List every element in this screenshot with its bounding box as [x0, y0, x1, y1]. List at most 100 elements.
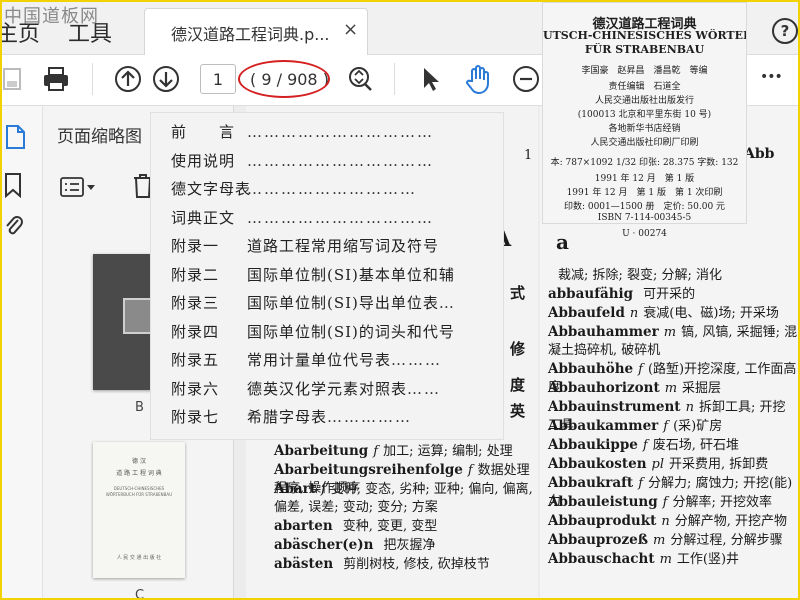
- zoom-icon[interactable]: [346, 65, 374, 93]
- bookmark-icon[interactable]: [4, 172, 22, 198]
- page-thumbnails-icon[interactable]: [4, 124, 26, 150]
- toc-row-prefix: 德文字母表: [171, 180, 252, 198]
- side-text: 度: [510, 376, 526, 394]
- hand-tool-icon[interactable]: [462, 63, 494, 95]
- toc-row[interactable]: 附录二 国际单位制(SI)基本单位和辅: [171, 264, 455, 285]
- toc-row[interactable]: 前 言 ……………………………: [171, 121, 434, 142]
- entry-grammar: f: [662, 495, 668, 510]
- copyright-block: 德汉道路工程词典 UTSCH-CHINESISCHES WÖRTERE FÜR ST…: [542, 2, 747, 239]
- attachment-icon[interactable]: [4, 214, 24, 238]
- entry-headword: Abbaufeld: [548, 305, 625, 321]
- toc-row[interactable]: 附录六 德英汉化学元素对照表……: [171, 378, 441, 399]
- entry-grammar: m: [652, 533, 666, 548]
- dictionary-entry: Abbauschacht m 工作(竖)井: [548, 550, 798, 569]
- toc-row[interactable]: 附录四 国际单位制(SI)的词头和代号: [171, 321, 455, 342]
- toc-row-title: 国际单位制(SI)导出单位表: [247, 294, 439, 312]
- entry-headword: Abbauleistung: [548, 494, 658, 510]
- toc-row[interactable]: 使用说明 ……………………………: [171, 150, 434, 171]
- toc-row-leader: …: [438, 294, 456, 312]
- toc-row-prefix: 附录二: [171, 265, 220, 284]
- entry-sense: 加工; 运算; 编制; 处理: [383, 444, 513, 459]
- entry-headword: Abbauprozeß: [548, 532, 648, 548]
- thumb-cover-line: DEUTSCH-CHINESISCHES: [113, 486, 165, 491]
- toc-row[interactable]: 词典正文 ……………………………: [171, 207, 434, 228]
- dictionary-entry: Abbaukosten pl 开采费用, 拆卸费: [548, 455, 798, 474]
- copyright-line: 责任编辑 石道全: [608, 82, 681, 92]
- copyright-line: 人民交通出版社印刷厂印刷: [590, 138, 699, 148]
- panel-title: 页面缩略图: [57, 127, 142, 147]
- toc-row[interactable]: 附录七 希腊字母表……………: [171, 406, 412, 427]
- toc-row-prefix: 附录一: [171, 237, 220, 255]
- menu-tools[interactable]: 工具: [68, 16, 112, 48]
- copyright-line: 1991 年 12 月 第 1 版 第 1 次印刷: [566, 188, 723, 198]
- toc-row-prefix: 附录四: [171, 322, 220, 341]
- copyright-line: U · 00274: [622, 229, 667, 239]
- toc-row-leader: …………………………: [247, 180, 417, 198]
- toolbar-divider: [394, 63, 395, 95]
- copyright-line: 本: 787×1092 1/32 印张: 28.375 字数: 132: [550, 158, 739, 168]
- dictionary-entry: Abbauhorizont m 采掘层: [548, 379, 798, 398]
- toc-row-prefix: 附录七: [171, 408, 220, 426]
- copyright-line: 印数: 0001—1500 册 定价: 50.00 元: [563, 202, 726, 212]
- select-cursor-icon[interactable]: [416, 65, 444, 93]
- toc-overlay: 前 言…………………………… 使用说明…………………………… 德文字母表…………………: [150, 112, 504, 440]
- entry-headword: abarten: [274, 518, 333, 534]
- toc-row-title: 国际单位制(SI)基本单位和辅: [247, 265, 455, 284]
- entry-sense: 分解率; 开挖效率: [672, 495, 772, 510]
- toc-row[interactable]: 附录三 国际单位制(SI)导出单位表…: [171, 292, 456, 313]
- annotation-circle: [238, 60, 330, 98]
- thumb-cover-line: 道 路 工 程 词 典: [116, 470, 162, 477]
- toc-row-prefix: 附录六: [171, 379, 220, 398]
- entry-sense: 采掘层: [682, 381, 722, 396]
- entry-headword: abbaufähig: [548, 286, 634, 302]
- copyright-line: 李国豪 赵昇昌 潘昌乾 等编: [581, 66, 708, 76]
- entry-headword: Abbauprodukt: [548, 513, 657, 529]
- copyright-line: FÜR STRABENBAU: [584, 43, 705, 56]
- dictionary-entry: abarten 变种, 变更, 变型: [274, 517, 536, 536]
- close-tab-icon[interactable]: ×: [343, 19, 358, 40]
- toc-row-prefix: 附录五: [171, 351, 220, 369]
- entry-headword: Abarbeitungsreihenfolge: [274, 462, 463, 478]
- entry-headword: Abbaukraft: [548, 475, 634, 491]
- entry-sense: 废石场, 矸石堆: [652, 438, 739, 453]
- entry-headword: abästen: [274, 556, 334, 572]
- entry-grammar: f: [467, 463, 473, 478]
- page-number-input[interactable]: 1: [200, 64, 236, 94]
- document-tab[interactable]: 德汉道路工程词典.p... ×: [144, 8, 368, 55]
- page-thumbnail-c[interactable]: 德 汉 道 路 工 程 词 典 DEUTSCH-CHINESISCHES WÖR…: [93, 442, 185, 578]
- dictionary-entry: abbaufähig 可开采的: [548, 285, 798, 304]
- dictionary-entry: Abbaukammer f (采)矿房: [548, 417, 798, 436]
- toc-row[interactable]: 附录五 常用计量单位代号表………: [171, 349, 442, 370]
- copyright-line: 人民交通出版社出版发行: [594, 96, 694, 106]
- zoom-out-icon[interactable]: [512, 65, 540, 93]
- entry-sense: 剪削树枝, 修枝, 砍掉枝节: [343, 557, 490, 572]
- entry-sense: 分解产物, 开挖产物: [674, 514, 787, 529]
- menu-home[interactable]: 主页: [2, 16, 40, 48]
- thumb-cover-line: 德 汉: [132, 458, 146, 465]
- entry-sense: 工作(竖)井: [676, 552, 740, 567]
- entry-headword: Abbauhöhe: [548, 361, 634, 377]
- toolbar-divider: [92, 63, 93, 95]
- entry-headword: Abart: [274, 481, 317, 497]
- save-icon[interactable]: [2, 65, 30, 93]
- toc-row[interactable]: 附录一 道路工程常用缩写词及符号: [171, 235, 439, 256]
- entry-headword: Abarbeitung: [274, 443, 369, 459]
- next-page-icon[interactable]: [152, 65, 180, 93]
- entry-grammar: f: [638, 362, 643, 377]
- toc-row-prefix: 使用说明: [171, 151, 236, 170]
- thumbnail-options-icon[interactable]: [59, 176, 99, 200]
- toc-row-prefix: 词典正文: [171, 208, 236, 227]
- side-text: 修: [510, 340, 526, 358]
- entry-grammar: n: [685, 400, 694, 415]
- toc-row-prefix: 附录三: [171, 294, 220, 312]
- more-options-icon[interactable]: •••: [760, 69, 783, 85]
- help-icon[interactable]: ?: [772, 18, 798, 44]
- print-icon[interactable]: [42, 65, 70, 93]
- entry-sense: 变种, 变更, 变型: [342, 519, 438, 534]
- copyright-line: 1991 年 12 月 第 1 版: [594, 174, 695, 184]
- copyright-line: (100013 北京和平里东街 10 号): [577, 110, 712, 120]
- toc-row[interactable]: 德文字母表…………………………: [171, 178, 417, 199]
- toc-row-leader: ……………………………: [247, 123, 434, 141]
- dictionary-entry: Abbaufeld n 衰减(电、磁)场; 开采场: [548, 304, 798, 323]
- previous-page-icon[interactable]: [114, 65, 142, 93]
